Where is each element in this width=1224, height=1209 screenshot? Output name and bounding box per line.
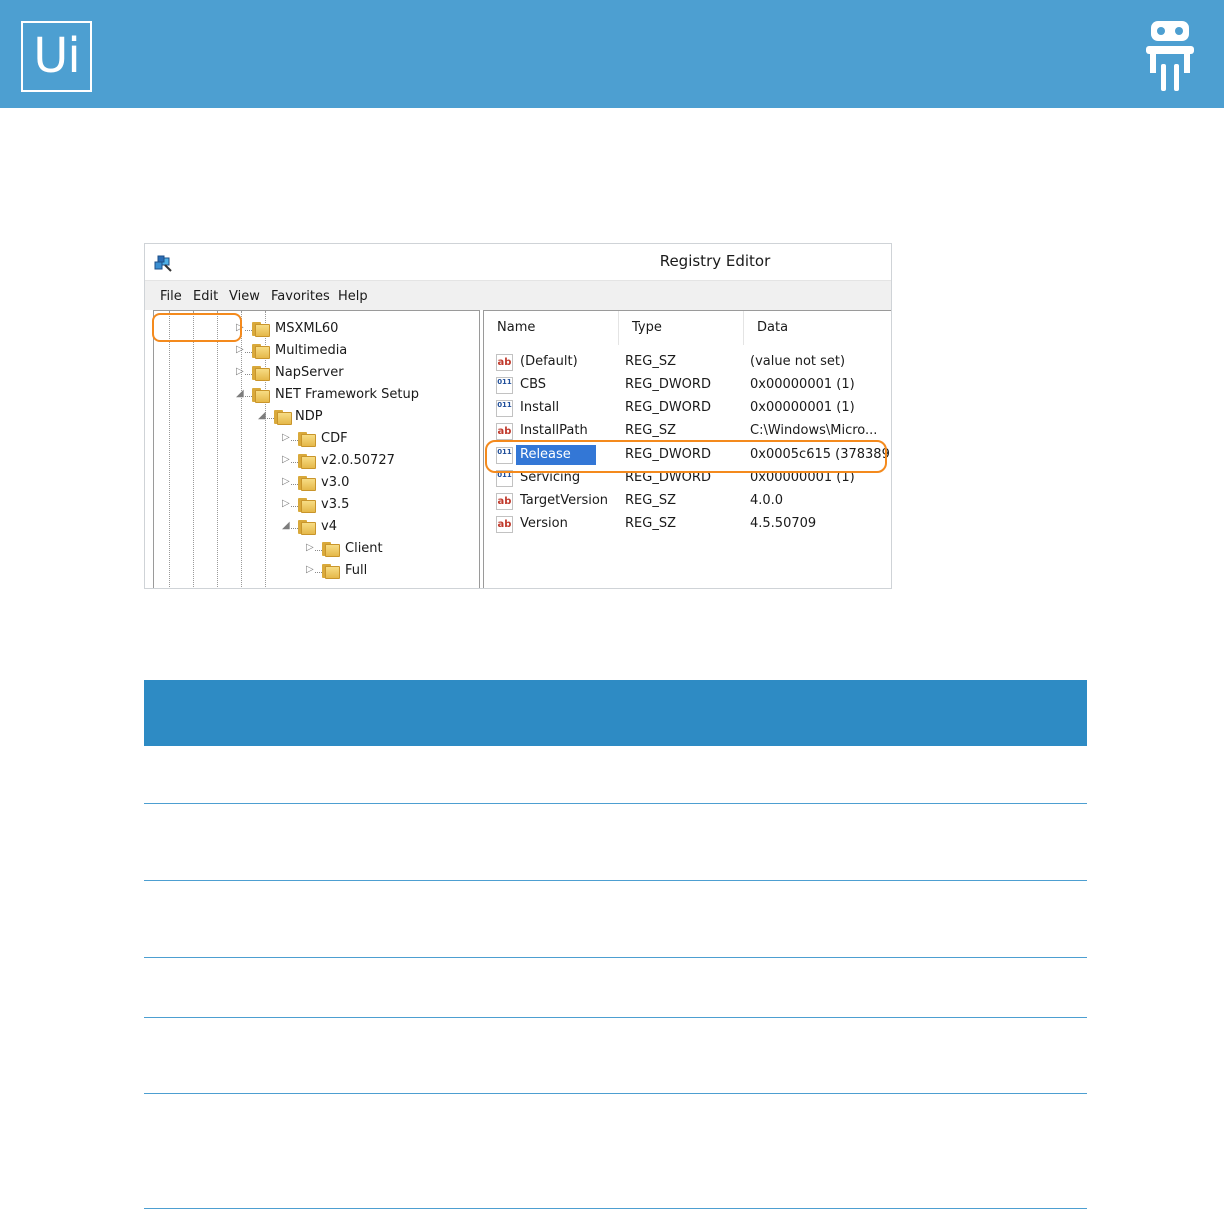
column-header-type[interactable]: Type (619, 311, 744, 345)
collapse-arrow-icon[interactable]: ◢ (236, 388, 246, 399)
folder-icon (298, 475, 316, 491)
top-banner: Ui (0, 0, 1224, 108)
value-name: InstallPath (520, 423, 588, 438)
table-row (144, 881, 1087, 957)
folder-icon (298, 431, 316, 447)
folder-icon (298, 519, 316, 535)
title-bar: Registry Editor (145, 244, 891, 280)
expand-arrow-icon[interactable]: ▷ (282, 454, 292, 465)
expand-arrow-icon[interactable]: ▷ (306, 564, 316, 575)
tree-node-label: v2.0.50727 (321, 453, 395, 468)
value-data: C:\Windows\Micro... (750, 423, 878, 438)
value-data: 4.5.50709 (750, 516, 817, 531)
folder-icon (252, 365, 270, 381)
menu-favorites[interactable]: Favorites (271, 289, 330, 304)
folder-icon (298, 453, 316, 469)
tree-node-label: Full (345, 563, 368, 578)
menu-help[interactable]: Help (338, 289, 368, 304)
binary-value-icon: 011 (496, 377, 513, 394)
value-row-cbs[interactable]: 011 CBS REG_DWORD 0x00000001 (1) (484, 375, 891, 397)
value-type: REG_SZ (625, 423, 676, 438)
value-type: REG_SZ (625, 516, 676, 531)
folder-icon (252, 387, 270, 403)
expand-arrow-icon[interactable]: ▷ (282, 476, 292, 487)
uipath-logo: Ui (21, 21, 92, 92)
value-type: REG_SZ (625, 354, 676, 369)
table-row (144, 1094, 1087, 1208)
table-row (144, 804, 1087, 880)
value-name: (Default) (520, 354, 578, 369)
value-data: 0x00000001 (1) (750, 400, 855, 415)
value-type: REG_DWORD (625, 400, 711, 415)
value-name: TargetVersion (520, 493, 609, 508)
collapse-arrow-icon[interactable]: ◢ (282, 520, 292, 531)
tree-guide-line (169, 311, 170, 588)
expand-arrow-icon[interactable]: ▷ (306, 542, 316, 553)
value-name: CBS (520, 377, 547, 392)
table-row (144, 746, 1087, 803)
value-type: REG_DWORD (625, 377, 711, 392)
column-header-name[interactable]: Name (484, 311, 619, 345)
string-value-icon: ab (496, 423, 513, 440)
table-row (144, 1018, 1087, 1093)
value-name: Install (520, 400, 560, 415)
tree-node-label: NapServer (275, 365, 344, 380)
string-value-icon: ab (496, 516, 513, 533)
menu-edit[interactable]: Edit (193, 289, 218, 304)
tree-node-label: CDF (321, 431, 348, 446)
tree-node-label: v4 (321, 519, 337, 534)
tree-node-label: Client (345, 541, 383, 556)
expand-arrow-icon[interactable]: ▷ (282, 432, 292, 443)
value-row-install[interactable]: 011 Install REG_DWORD 0x00000001 (1) (484, 398, 891, 420)
column-header-data[interactable]: Data (744, 311, 891, 345)
value-row-targetversion[interactable]: ab TargetVersion REG_SZ 4.0.0 (484, 491, 891, 513)
tree-node-label: v3.0 (321, 475, 350, 490)
table-header (144, 680, 1087, 746)
expand-arrow-icon[interactable]: ▷ (236, 366, 246, 377)
folder-icon (252, 321, 270, 337)
table-row (144, 958, 1087, 1017)
tree-node-label: v3.5 (321, 497, 350, 512)
folder-icon (322, 541, 340, 557)
string-value-icon: ab (496, 493, 513, 510)
collapse-arrow-icon[interactable]: ◢ (258, 410, 268, 421)
binary-value-icon: 011 (496, 400, 513, 417)
folder-icon (322, 563, 340, 579)
tree-node-label: NET Framework Setup (275, 387, 419, 402)
tree-node-label: Multimedia (275, 343, 348, 358)
string-value-icon: ab (496, 354, 513, 371)
expand-arrow-icon[interactable]: ▷ (236, 344, 246, 355)
value-data: 0x00000001 (1) (750, 377, 855, 392)
folder-icon (252, 343, 270, 359)
highlight-release-value (485, 440, 887, 473)
value-name: Version (520, 516, 568, 531)
menu-view[interactable]: View (229, 289, 260, 304)
key-tree-pane[interactable]: ▷ MSXML60 ▷ Multimedia ▷ NapServer ◢ NET… (153, 310, 480, 588)
value-row-version[interactable]: ab Version REG_SZ 4.5.50709 (484, 514, 891, 536)
value-type: REG_SZ (625, 493, 676, 508)
registry-editor-window: Registry Editor File Edit View Favorites… (144, 243, 892, 589)
menu-file[interactable]: File (160, 289, 182, 304)
robot-icon (1146, 21, 1194, 91)
folder-icon (274, 409, 292, 425)
tree-guide-line (193, 311, 194, 588)
value-data: (value not set) (750, 354, 846, 369)
folder-icon (298, 497, 316, 513)
highlight-full-key (152, 313, 242, 342)
value-data: 4.0.0 (750, 493, 784, 508)
menu-bar: File Edit View Favorites Help (145, 280, 891, 310)
window-title: Registry Editor (659, 252, 771, 270)
tree-guide-line (217, 311, 218, 588)
value-row-default[interactable]: ab (Default) REG_SZ (value not set) (484, 352, 891, 374)
tree-node-label: NDP (295, 409, 323, 424)
tree-node-label: MSXML60 (275, 321, 339, 336)
expand-arrow-icon[interactable]: ▷ (282, 498, 292, 509)
